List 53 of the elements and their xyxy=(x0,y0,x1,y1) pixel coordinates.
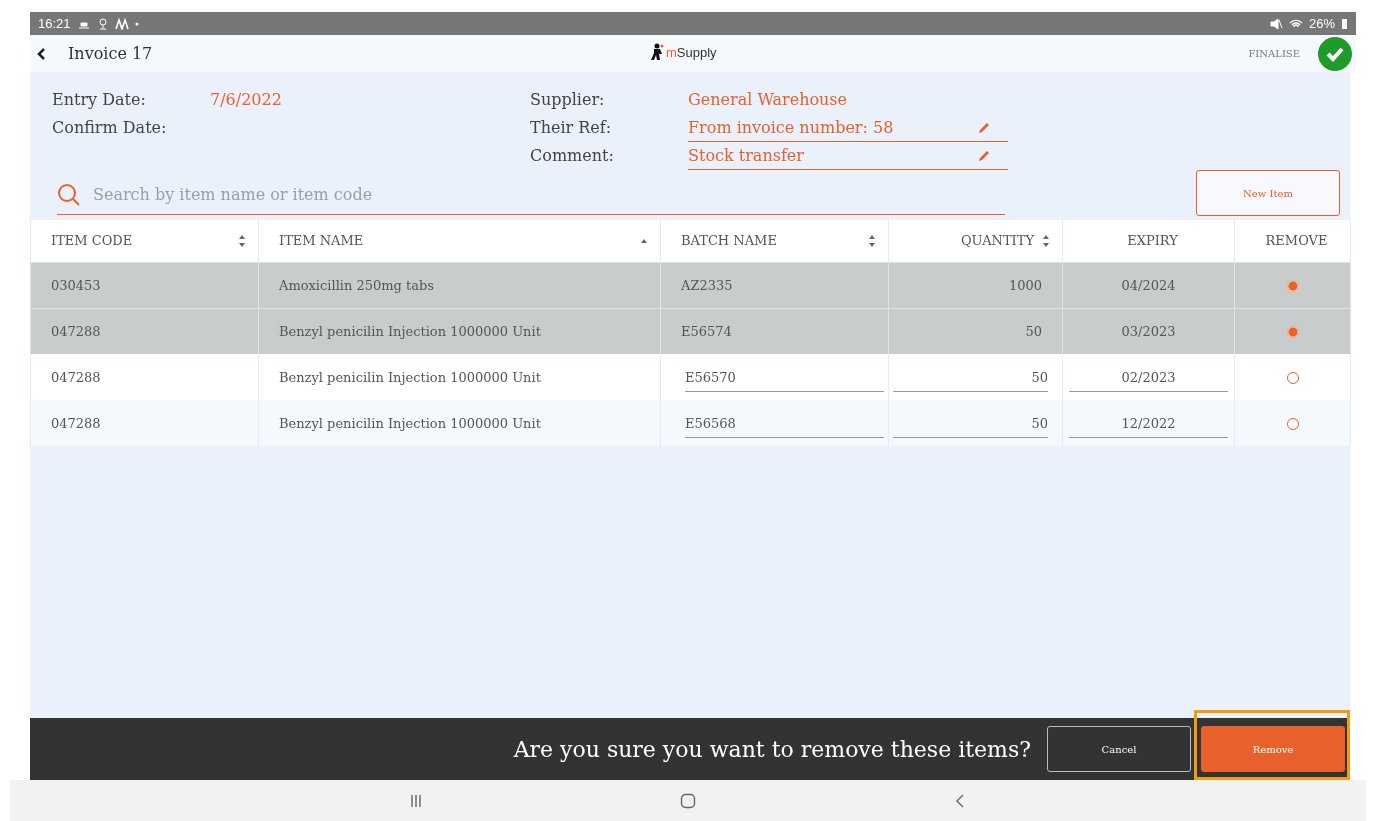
search-icon xyxy=(57,182,81,207)
clock-time: 16:21 xyxy=(38,16,71,31)
remove-radio[interactable] xyxy=(1286,418,1299,430)
page-title: Invoice 17 xyxy=(68,44,153,63)
notification-icon xyxy=(96,17,109,30)
table-cell: 047288 xyxy=(30,354,259,400)
column-header[interactable]: ITEM NAME xyxy=(258,220,661,262)
field-value: 7/6/2022 xyxy=(210,89,283,111)
notification-icon xyxy=(114,17,129,30)
cancel-button[interactable]: Cancel xyxy=(1047,726,1191,772)
pencil-icon xyxy=(977,149,990,162)
search-field[interactable]: Search by item name or item code xyxy=(91,184,1005,205)
table-cell: Benzyl penicilin Injection 1000000 Unit xyxy=(258,308,661,354)
mute-icon xyxy=(1268,17,1283,30)
field-value: General Warehouse xyxy=(688,89,849,111)
field-label: Confirm Date: xyxy=(52,117,168,139)
table-cell: AZ2335 xyxy=(660,262,889,308)
table-cell: Benzyl penicilin Injection 1000000 Unit xyxy=(258,354,661,400)
finalise-button[interactable]: FINALISE xyxy=(1242,47,1306,60)
field-label: Entry Date: xyxy=(52,89,147,111)
table-cell: 047288 xyxy=(30,400,259,446)
column-header: EXPIRY xyxy=(1062,220,1235,262)
column-header[interactable]: QUANTITY xyxy=(888,220,1063,262)
remove-radio[interactable] xyxy=(1286,280,1299,292)
table-cell: E56574 xyxy=(660,308,889,354)
table-cell: 04/2024 xyxy=(1062,262,1235,308)
back-icon xyxy=(954,792,966,809)
back-icon xyxy=(36,46,46,61)
table-cell: 047288 xyxy=(30,308,259,354)
table-cell: 1000 xyxy=(888,262,1063,308)
field-label: Supplier: xyxy=(530,89,606,111)
finalise-check-button[interactable] xyxy=(1318,36,1352,71)
field-label: Their Ref: xyxy=(530,117,613,139)
remove-radio[interactable] xyxy=(1286,326,1299,339)
table-cell: 03/2023 xyxy=(1062,308,1235,354)
column-header[interactable]: ITEM CODE xyxy=(30,220,259,262)
field-label: Comment: xyxy=(530,145,615,167)
column-header: REMOVE xyxy=(1234,220,1351,262)
battery-level: 26% xyxy=(1308,16,1335,31)
table-cell: Benzyl penicilin Injection 1000000 Unit xyxy=(258,400,661,446)
app-logo-text: mSupply xyxy=(666,44,717,60)
runner-logo-icon xyxy=(650,43,664,61)
battery-icon xyxy=(1341,17,1348,30)
table-cell: 030453 xyxy=(30,262,259,308)
table-cell: Amoxicillin 250mg tabs xyxy=(258,262,661,308)
confirm-message: Are you sure you want to remove these items? xyxy=(513,736,1031,762)
pencil-icon xyxy=(977,121,990,134)
recent-apps-icon xyxy=(410,792,422,809)
home-icon xyxy=(680,792,696,809)
wifi-icon xyxy=(1288,17,1303,30)
column-header[interactable]: BATCH NAME xyxy=(660,220,889,262)
table-cell: 50 xyxy=(888,308,1063,354)
remove-radio[interactable] xyxy=(1286,372,1299,384)
